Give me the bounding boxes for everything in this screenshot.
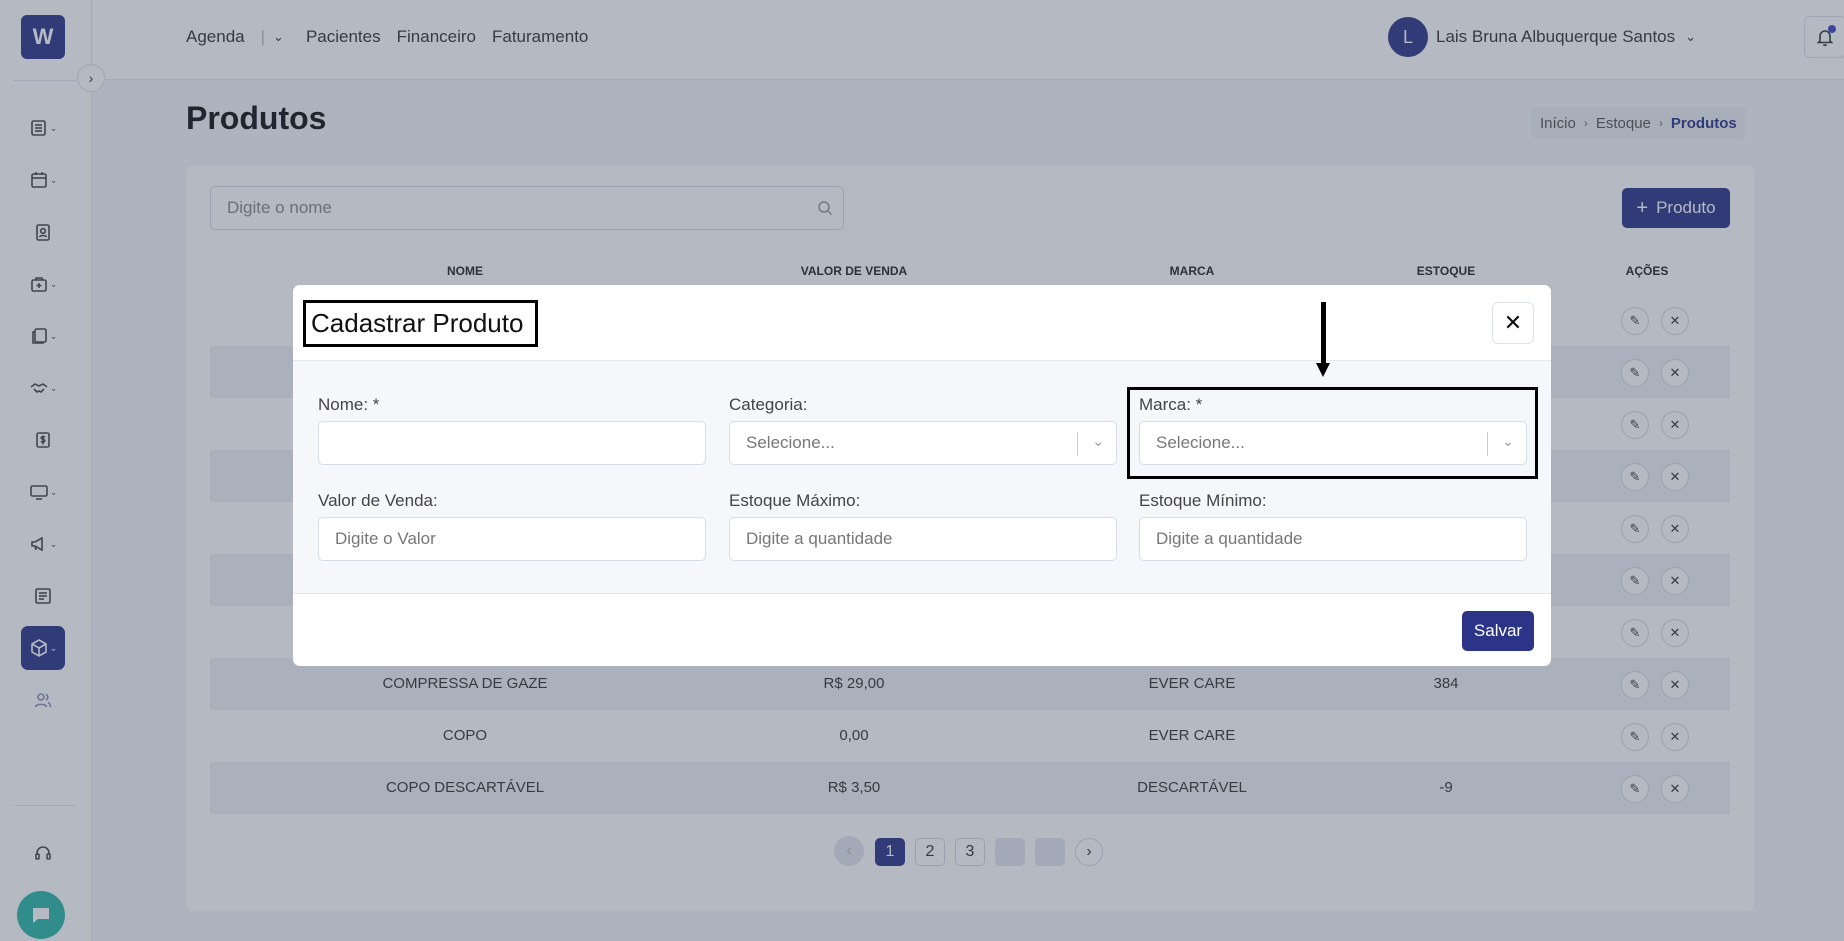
marca-highlight-box — [1127, 387, 1538, 479]
modal-title: Cadastrar Produto — [303, 300, 538, 347]
categoria-select[interactable]: Selecione... ⌄ — [729, 421, 1117, 465]
estoque-maximo-label: Estoque Máximo: — [729, 491, 861, 510]
valor-venda-input[interactable]: Digite o Valor — [318, 517, 706, 561]
estoque-maximo-placeholder: Digite a quantidade — [746, 529, 893, 548]
estoque-minimo-placeholder: Digite a quantidade — [1156, 529, 1303, 548]
categoria-label: Categoria: — [729, 395, 808, 414]
valor-venda-label: Valor de Venda: — [318, 491, 438, 510]
annotation-arrow-head — [1316, 363, 1330, 377]
save-button[interactable]: Salvar — [1462, 611, 1534, 651]
select-separator — [1077, 432, 1078, 456]
close-modal-button[interactable]: ✕ — [1492, 302, 1534, 344]
modal-header: Cadastrar Produto ✕ — [293, 285, 1551, 361]
close-icon: ✕ — [1503, 310, 1523, 335]
estoque-minimo-input[interactable]: Digite a quantidade — [1139, 517, 1527, 561]
nome-input[interactable] — [318, 421, 706, 465]
chevron-down-icon: ⌄ — [1092, 433, 1104, 449]
annotation-arrow — [1321, 302, 1326, 366]
valor-venda-placeholder: Digite o Valor — [335, 529, 436, 548]
modal-footer: Salvar — [293, 593, 1551, 666]
create-product-modal: Cadastrar Produto ✕ Nome: * Categoria: S… — [293, 285, 1551, 666]
estoque-minimo-label: Estoque Mínimo: — [1139, 491, 1267, 510]
estoque-maximo-input[interactable]: Digite a quantidade — [729, 517, 1117, 561]
nome-label: Nome: * — [318, 395, 380, 414]
categoria-placeholder: Selecione... — [746, 433, 835, 452]
